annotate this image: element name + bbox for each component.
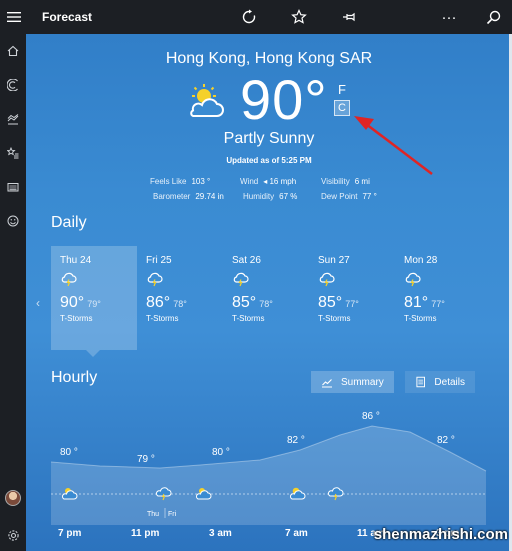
title-bar: Forecast ···: [0, 0, 512, 34]
list-icon: [416, 376, 425, 388]
day-condition: T-Storms: [60, 314, 93, 323]
daily-forecast-list: Thu 24 90° 79° T-Storms Fri 25 86° 78° T-S…: [51, 246, 481, 357]
thunderstorm-icon: [319, 272, 335, 287]
thunderstorm-icon: [233, 272, 249, 287]
day-card-fri[interactable]: Fri 25 86° 78° T-Storms: [137, 246, 223, 350]
temperature-area: [51, 426, 486, 525]
navigation-rail: [0, 34, 26, 551]
day-condition: T-Storms: [404, 314, 437, 323]
day-boundary-label: Fri: [168, 511, 177, 518]
pin-icon[interactable]: [324, 0, 374, 34]
weather-app-window: Forecast ··· Hong Kong, Hong Kong SAR 90…: [0, 0, 512, 551]
day-condition: T-Storms: [232, 314, 265, 323]
favorite-star-icon[interactable]: [274, 0, 324, 34]
current-temperature: 90°: [240, 68, 328, 131]
settings-gear-icon[interactable]: [0, 522, 26, 548]
historical-weather-icon[interactable]: [0, 102, 26, 136]
selection-pointer: [86, 350, 100, 357]
partly-sunny-icon: [184, 82, 228, 122]
day-date: Sun 27: [318, 255, 350, 266]
temperature-line: [50, 425, 487, 472]
thunderstorm-icon: [147, 272, 163, 287]
partly-sunny-icon: [290, 487, 306, 500]
hour-time-label: 7 pm: [58, 528, 81, 539]
day-low: 77°: [345, 299, 359, 309]
visibility: Visibility 6 mi: [321, 177, 370, 186]
news-icon[interactable]: [0, 170, 26, 204]
hour-temp-label: 80 °: [212, 447, 230, 458]
summary-tab[interactable]: Summary: [311, 371, 394, 393]
day-low: 79°: [87, 299, 101, 309]
moon-icon[interactable]: [374, 0, 424, 34]
day-low: 78°: [259, 299, 273, 309]
more-options-button[interactable]: ···: [424, 0, 474, 34]
day-low: 77°: [431, 299, 445, 309]
feedback-smiley-icon[interactable]: [0, 204, 26, 238]
fahrenheit-toggle[interactable]: F: [338, 82, 346, 97]
location-name: Hong Kong, Hong Kong SAR: [165, 50, 373, 67]
hour-temp-label: 86 °: [362, 411, 380, 422]
thunderstorm-icon: [405, 272, 421, 287]
day-card-sun[interactable]: Sun 27 85° 77° T-Storms: [309, 246, 395, 350]
humidity: Humidity 67 %: [243, 192, 298, 201]
details-row: Feels Like 103 ° Wind ◂ 16 mph Visibilit…: [150, 174, 390, 189]
day-card-thu[interactable]: Thu 24 90° 79° T-Storms: [51, 246, 137, 357]
feels-like: Feels Like 103 °: [150, 177, 211, 186]
dew-point: Dew Point 77 °: [321, 192, 377, 201]
radar-icon[interactable]: [0, 68, 26, 102]
chart-icon: [322, 379, 332, 388]
watermark-text: shenmazhishi.com: [373, 526, 508, 543]
refresh-icon[interactable]: [224, 0, 274, 34]
hourly-heading: Hourly: [51, 369, 98, 386]
day-low: 78°: [173, 299, 187, 309]
favorites-list-icon[interactable]: [0, 136, 26, 170]
celsius-toggle[interactable]: C: [334, 100, 350, 116]
wind: Wind ◂ 16 mph: [240, 177, 297, 186]
day-high: 81°: [404, 294, 429, 311]
day-condition: T-Storms: [318, 314, 351, 323]
current-condition: Partly Sunny: [223, 130, 315, 147]
day-high: 85°: [318, 294, 343, 311]
hour-temp-label: 79 °: [137, 454, 155, 465]
day-card-sat[interactable]: Sat 26 85° 78° T-Storms: [223, 246, 309, 350]
hour-time-label: 3 am: [209, 528, 232, 539]
previous-days-arrow-icon[interactable]: ‹: [36, 296, 40, 310]
day-date: Thu 24: [60, 255, 92, 266]
user-avatar[interactable]: [5, 490, 21, 506]
hour-time-label: 7 am: [285, 528, 308, 539]
details-label: Details: [434, 376, 465, 388]
hour-temp-label: 82 °: [437, 435, 455, 446]
day-date: Fri 25: [146, 255, 172, 266]
partly-sunny-icon: [196, 488, 212, 500]
home-icon[interactable]: [0, 34, 26, 68]
day-date: Mon 28: [404, 255, 438, 266]
toolbar-actions: ···: [224, 0, 512, 34]
daily-heading: Daily: [51, 214, 87, 231]
hamburger-menu-icon[interactable]: [0, 0, 28, 34]
day-condition: T-Storms: [146, 314, 179, 323]
thunderstorm-icon: [328, 487, 344, 501]
updated-time: Updated as of 5:25 PM: [226, 156, 312, 165]
details-row: Barometer 29.74 in Humidity 67 % Dew Poi…: [150, 189, 390, 204]
hour-temp-label: 80 °: [60, 447, 78, 458]
summary-label: Summary: [341, 376, 384, 388]
partly-sunny-icon: [62, 488, 78, 500]
thunderstorm-icon: [61, 272, 77, 287]
page-title: Forecast: [42, 10, 93, 24]
day-high: 86°: [146, 294, 171, 311]
day-date: Sat 26: [232, 255, 261, 266]
current-details: Feels Like 103 ° Wind ◂ 16 mph Visibilit…: [150, 174, 390, 204]
day-card-mon[interactable]: Mon 28 81° 77° T-Storms: [395, 246, 481, 350]
day-boundary-label: Thu: [147, 511, 159, 518]
search-icon[interactable]: [474, 0, 512, 34]
hour-temp-label: 82 °: [287, 435, 305, 446]
day-high: 85°: [232, 294, 257, 311]
hour-time-label: 11 pm: [131, 528, 159, 539]
details-tab[interactable]: Details: [405, 371, 475, 393]
thunderstorm-icon: [156, 487, 172, 501]
barometer: Barometer 29.74 in: [153, 192, 224, 201]
day-high: 90°: [60, 294, 85, 311]
